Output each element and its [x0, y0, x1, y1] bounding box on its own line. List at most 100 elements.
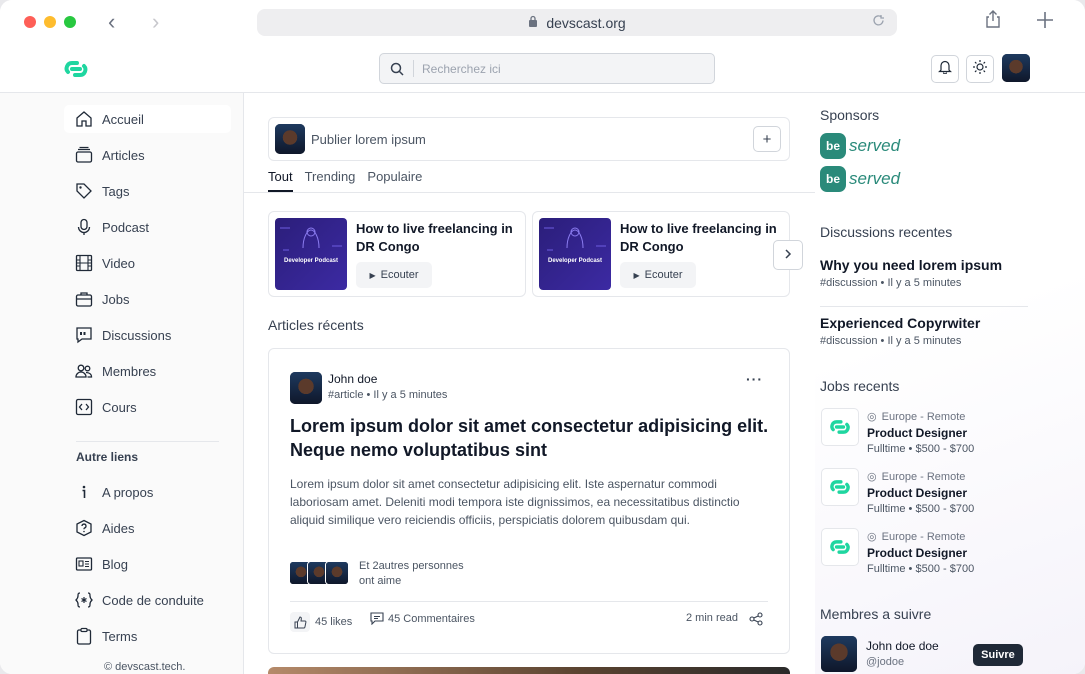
sponsors-title: Sponsors [820, 107, 880, 123]
job-title[interactable]: Product Designer [867, 486, 967, 500]
sponsor-logo[interactable]: be served [820, 165, 908, 193]
job-company-logo[interactable] [821, 408, 859, 446]
quote-icon [74, 325, 94, 345]
likes-count: 45 likes [315, 616, 353, 628]
sidebar-item-blog[interactable]: Blog [64, 550, 231, 578]
sidebar-item-terms[interactable]: Terms [64, 622, 231, 650]
reload-icon[interactable] [872, 14, 885, 30]
sidebar-item-label: Membres [102, 363, 157, 379]
sidebar-item-label: Discussions [102, 327, 172, 343]
search-placeholder: Recherchez ici [422, 61, 501, 76]
sidebar-item-discussions[interactable]: Discussions [64, 321, 231, 349]
address-bar[interactable]: devscast.org [257, 9, 897, 36]
info-icon [74, 482, 94, 502]
notifications-button[interactable] [931, 55, 959, 83]
more-options-icon[interactable]: ··· [746, 371, 763, 387]
article-title[interactable]: Lorem ipsum dolor sit amet consectetur a… [290, 414, 770, 462]
discussion-title[interactable]: Why you need lorem ipsum [820, 257, 1002, 273]
job-title[interactable]: Product Designer [867, 546, 967, 560]
sidebar-item-label: Terms [102, 628, 138, 644]
sidebar-item-label: Jobs [102, 291, 130, 307]
users-icon [74, 361, 94, 381]
listen-button[interactable]: ▶ Ecouter [356, 262, 432, 288]
sidebar-item-a-propos[interactable]: A propos [64, 478, 231, 506]
search-icon [380, 60, 414, 77]
film-icon [74, 253, 94, 273]
podcast-cover-text: Developer Podcast [547, 258, 603, 264]
listen-label: Ecouter [380, 269, 419, 281]
sidebar-item-tags[interactable]: Tags [64, 177, 231, 205]
sidebar-item-membres[interactable]: Membres [64, 357, 231, 385]
member-avatar[interactable] [821, 636, 857, 672]
tab-trending[interactable]: Trending [305, 169, 356, 192]
sidebar-item-podcast[interactable]: Podcast [64, 213, 231, 241]
author-avatar[interactable] [290, 372, 322, 404]
comment-icon [370, 612, 384, 625]
podcast-card[interactable]: Developer Podcast How to live freelancin… [532, 211, 790, 297]
forward-arrow-icon[interactable]: › [152, 10, 159, 34]
tabs-divider [244, 192, 815, 193]
job-location: ◎ Europe - Remote [867, 410, 965, 423]
close-window-button[interactable] [24, 16, 36, 28]
minimize-window-button[interactable] [44, 16, 56, 28]
listen-button[interactable]: ▶ Ecouter [620, 262, 696, 288]
sidebar-item-label: A propos [102, 484, 154, 500]
sidebar-item-video[interactable]: Video [64, 249, 231, 277]
sidebar-item-accueil[interactable]: Accueil [64, 105, 231, 133]
job-company-logo[interactable] [821, 468, 859, 506]
sidebar-divider [76, 441, 219, 442]
sidebar-item-label: Podcast [102, 219, 149, 235]
podcast-title[interactable]: How to live freelancing in DR Congo [356, 220, 521, 256]
article-card[interactable]: John doe #article • Il y a 5 minutes ···… [268, 348, 790, 654]
job-title[interactable]: Product Designer [867, 426, 967, 440]
discussion-title[interactable]: Experienced Copyrwiter [820, 315, 980, 331]
sponsor-logo[interactable]: be served [820, 132, 908, 160]
share-icon[interactable] [985, 10, 1001, 34]
members-title: Membres a suivre [820, 606, 932, 622]
microphone-icon [74, 217, 94, 237]
podcast-title[interactable]: How to live freelancing in DR Congo [620, 220, 785, 256]
read-time-text: 2 min read [686, 612, 738, 624]
bell-icon [938, 59, 952, 79]
member-name[interactable]: John doe doe [866, 639, 939, 653]
comments-button[interactable]: 45 Commentaires [370, 612, 475, 625]
like-button[interactable]: 45 likes [290, 612, 352, 632]
sidebar-item-cours[interactable]: Cours [64, 393, 231, 421]
job-location-text: Europe - Remote [881, 411, 966, 423]
member-handle: @jodoe [866, 656, 905, 668]
discussion-divider [820, 306, 1028, 307]
braces-icon [74, 590, 94, 610]
discussions-title: Discussions recentes [820, 224, 953, 240]
podcast-card[interactable]: Developer Podcast How to live freelancin… [268, 211, 526, 297]
sidebar-item-jobs[interactable]: Jobs [64, 285, 231, 313]
tab-tout[interactable]: Tout [268, 169, 293, 192]
devscast-logo[interactable] [62, 55, 90, 83]
sidebar-item-label: Articles [102, 147, 145, 163]
sponsor-word: served [849, 169, 901, 188]
add-post-button[interactable]: + [753, 126, 781, 152]
share-button[interactable] [749, 612, 763, 626]
tab-populaire[interactable]: Populaire [367, 169, 422, 192]
author-name[interactable]: John doe [328, 372, 377, 386]
sidebar-item-code-de-conduite[interactable]: Code de conduite [64, 586, 231, 614]
carousel-next-button[interactable] [773, 240, 803, 270]
clipboard-icon [74, 626, 94, 646]
maximize-window-button[interactable] [64, 16, 76, 28]
follow-button[interactable]: Suivre [973, 644, 1023, 666]
sidebar-item-articles[interactable]: Articles [64, 141, 231, 169]
main-feed: Publier lorem ipsum + Tout Trending Popu… [244, 93, 815, 674]
user-avatar[interactable] [1002, 54, 1030, 82]
job-company-logo[interactable] [821, 528, 859, 566]
search-input[interactable]: Recherchez ici [379, 53, 715, 84]
post-composer[interactable]: Publier lorem ipsum + [268, 117, 790, 161]
copyright-text: © devscast.tech. [104, 661, 186, 673]
sidebar-item-label: Video [102, 255, 136, 271]
sidebar-item-label: Accueil [102, 111, 144, 127]
back-arrow-icon[interactable]: ‹ [108, 10, 115, 34]
sidebar-item-aides[interactable]: Aides [64, 514, 231, 542]
job-meta: Fulltime • $500 - $700 [867, 443, 975, 455]
new-tab-icon[interactable] [1036, 11, 1054, 35]
theme-toggle-button[interactable] [966, 55, 994, 83]
articles-icon [74, 145, 94, 165]
code-icon [74, 397, 94, 417]
